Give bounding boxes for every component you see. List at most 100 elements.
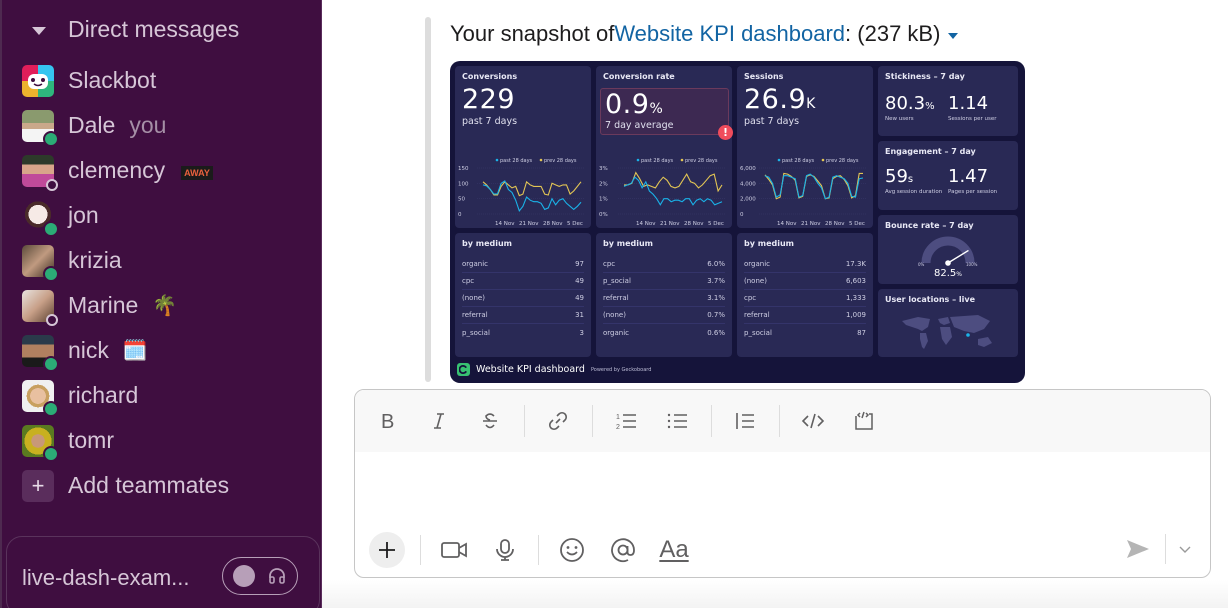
y-tick-label: 150	[458, 166, 469, 172]
dm-item-marine[interactable]: Marine 🌴	[22, 283, 312, 328]
bold-button[interactable]: B	[371, 404, 405, 438]
sessions-per-user-value: 1.14	[948, 93, 989, 114]
dm-name: Slackbot	[68, 67, 157, 93]
strikethrough-icon	[483, 413, 497, 429]
y-tick-label: 1%	[599, 197, 608, 203]
bulleted-list-button[interactable]	[660, 404, 694, 438]
send-button[interactable]	[1125, 538, 1151, 560]
direct-messages-header[interactable]: Direct messages	[32, 16, 239, 43]
dm-item-clemency[interactable]: clemency AWAY	[22, 148, 312, 193]
code-icon	[801, 413, 825, 429]
dm-item-tomr[interactable]: tomr	[22, 418, 312, 463]
collapse-caret-icon[interactable]	[948, 32, 959, 39]
legend-prev-icon	[680, 158, 684, 162]
medium-name: p_social	[603, 277, 631, 285]
attach-button[interactable]	[369, 532, 405, 568]
ordered-list-button[interactable]: 12	[609, 404, 643, 438]
active-status-icon	[43, 355, 59, 372]
video-camera-icon	[441, 542, 467, 558]
x-tick-label: 14 Nov	[777, 221, 797, 227]
at-sign-icon	[611, 538, 635, 563]
series-past-28-days	[623, 176, 723, 206]
medium-name: cpc	[744, 294, 757, 302]
toolbar-divider	[779, 405, 780, 437]
send-icon	[1127, 540, 1149, 558]
dashboard-link[interactable]: Website KPI dashboard	[614, 21, 845, 47]
medium-name: referral	[744, 311, 770, 319]
dm-name: Marine	[68, 292, 139, 318]
dm-item-dale[interactable]: Dale you	[22, 103, 312, 148]
message-pane: Your snapshot of Website KPI dashboard :…	[322, 0, 1228, 608]
tile-title: Engagement – 7 day	[885, 147, 976, 156]
workspace-name[interactable]: live-dash-exam...	[22, 565, 190, 591]
medium-value: 3.7%	[707, 277, 725, 285]
legend-past-icon	[777, 158, 781, 162]
gauge-track	[921, 236, 975, 264]
x-tick-label: 14 Nov	[636, 221, 656, 227]
pages-per-session-label: Pages per session	[948, 189, 998, 195]
active-status-icon	[43, 445, 59, 462]
dm-item-slackbot[interactable]: Slackbot	[22, 58, 312, 103]
strikethrough-button[interactable]	[473, 404, 507, 438]
huddle-toggle[interactable]	[222, 557, 298, 595]
tile-title: Bounce rate – 7 day	[885, 221, 974, 230]
y-tick-label: 100	[458, 181, 469, 187]
world-map	[902, 315, 992, 349]
medium-name: organic	[603, 328, 630, 337]
formatting-toggle-button[interactable]: Aa	[656, 532, 692, 568]
caret-down-icon[interactable]	[32, 26, 46, 35]
y-tick-label: 0	[458, 212, 462, 218]
bounce-value: 82.5	[934, 268, 957, 279]
y-tick-label: 2,000	[740, 197, 756, 203]
dm-item-krizia[interactable]: krizia	[22, 238, 312, 283]
tile-title: User locations – live	[885, 295, 976, 304]
add-teammates-button[interactable]: + Add teammates	[22, 463, 312, 508]
active-status-icon	[43, 265, 59, 282]
x-tick-label: 5 Dec	[567, 221, 583, 227]
tile-title: Stickiness – 7 day	[885, 72, 965, 81]
active-status-icon	[43, 220, 59, 237]
send-options-button[interactable]	[1178, 544, 1192, 554]
tile-bounce-rate: Bounce rate – 7 day 82.5% 0% 100%	[878, 215, 1018, 284]
dm-item-richard[interactable]: richard	[22, 373, 312, 418]
snapshot-size: : (237 kB)	[845, 21, 941, 46]
svg-text:B: B	[381, 411, 394, 431]
svg-text:2: 2	[616, 424, 620, 431]
x-tick-label: 5 Dec	[849, 221, 865, 227]
video-clip-button[interactable]	[436, 532, 472, 568]
table-row: cpc 49	[462, 273, 584, 290]
code-block-button[interactable]	[847, 404, 881, 438]
x-tick-label: 21 Nov	[660, 221, 680, 227]
link-button[interactable]	[541, 404, 575, 438]
audio-clip-button[interactable]	[487, 532, 523, 568]
code-button[interactable]	[796, 404, 830, 438]
medium-table: cpc 6.0% p_social 3.7% referral 3.1% (none)…	[603, 256, 725, 341]
active-status-icon	[43, 130, 59, 147]
medium-value: 3.1%	[707, 294, 725, 302]
medium-value: 49	[575, 277, 584, 285]
toolbar-divider	[524, 405, 525, 437]
toggle-knob	[233, 565, 255, 587]
chevron-down-icon	[1179, 546, 1191, 553]
conversions-chart: 150 100 50 0 14 Nov 21 Nov 28 Nov 5 Dec past 28 …	[458, 158, 585, 227]
you-label: you	[129, 112, 167, 138]
medium-name: (none)	[462, 294, 485, 302]
dm-item-jon[interactable]: jon	[22, 193, 312, 238]
plus-icon: +	[22, 469, 54, 502]
x-tick-label: 28 Nov	[543, 221, 563, 227]
dm-item-nick[interactable]: nick 🗓️	[22, 328, 312, 373]
dashboard-footer-title: Website KPI dashboard	[476, 364, 585, 375]
mention-button[interactable]	[605, 532, 641, 568]
dale-avatar	[22, 109, 59, 147]
emoji-button[interactable]	[554, 532, 590, 568]
medium-name: cpc	[603, 260, 616, 268]
message-input[interactable]	[355, 452, 1210, 522]
sessions-per-user-label: Sessions per user	[948, 116, 997, 122]
conversion-rate-chart: 3% 2% 1% 0% 14 Nov 21 Nov 28 Nov 5 Dec past 28 d…	[599, 158, 726, 227]
dashboard-snapshot[interactable]: Conversions 229 past 7 days 150 100 50 0 14 …	[450, 61, 1025, 383]
tile-title: by medium	[462, 239, 512, 248]
blockquote-button[interactable]	[728, 404, 762, 438]
table-row: cpc 1,333	[744, 290, 866, 307]
italic-button[interactable]	[422, 404, 456, 438]
legend-prev-label: prev 28 days	[685, 158, 718, 164]
